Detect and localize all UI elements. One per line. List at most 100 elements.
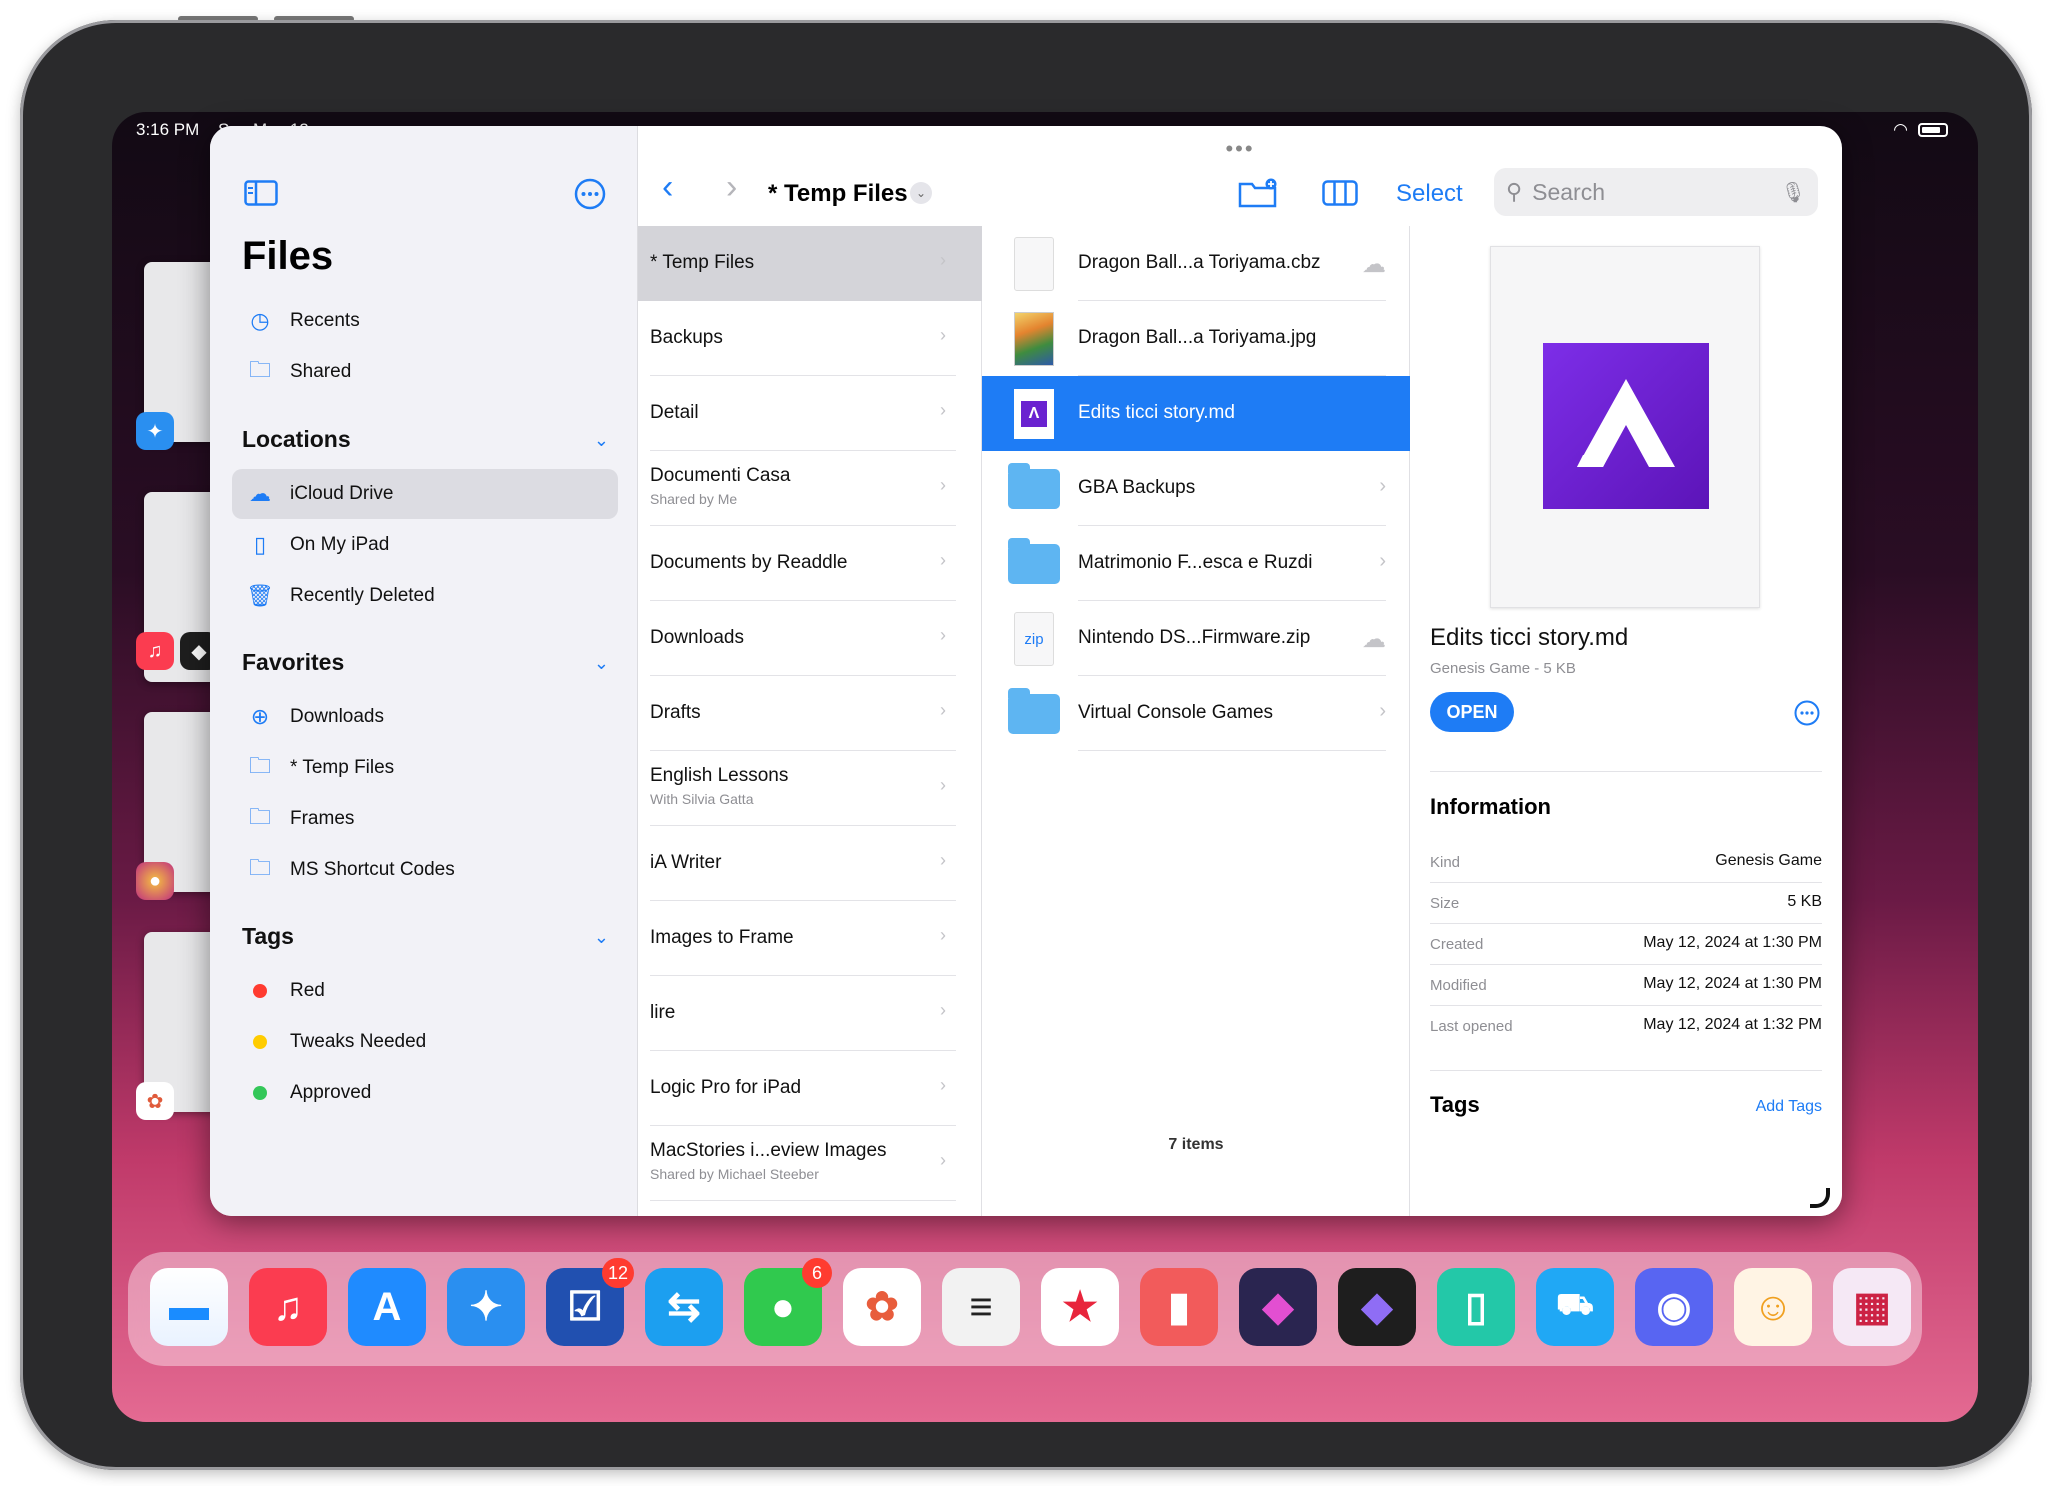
select-button[interactable]: Select [1396, 180, 1463, 208]
more-options-icon[interactable] [574, 178, 606, 210]
new-folder-icon[interactable] [1238, 178, 1278, 208]
folder-row[interactable]: lire › [638, 976, 982, 1051]
back-button[interactable]: ‹ [662, 168, 673, 207]
folder-row[interactable]: Drafts › [638, 676, 982, 751]
locations-header[interactable]: Locations [242, 426, 351, 453]
things-app-icon[interactable]: ☑ 12 [546, 1258, 634, 1346]
folder-row[interactable]: Backups › [638, 301, 982, 376]
folder-row[interactable]: MacStories i...eview Images Shared by Mic… [638, 1126, 982, 1201]
sidebar-item-label: Frames [290, 808, 355, 829]
discord-app-icon[interactable]: ◉ [1635, 1268, 1713, 1346]
favorites-header[interactable]: Favorites [242, 649, 344, 676]
music-icon: ♫ [136, 632, 174, 670]
messages-app-icon[interactable]: ● 6 [744, 1258, 832, 1346]
chat-app-icon[interactable]: ☺ [1734, 1268, 1812, 1346]
sidebar-item-recently-deleted[interactable]: 🗑 Recently Deleted [232, 571, 618, 621]
info-value: Genesis Game [1715, 852, 1822, 869]
resize-handle-icon[interactable] [1810, 1188, 1830, 1208]
sidebar-item-downloads[interactable]: ⊕ Downloads [232, 692, 618, 742]
app-store-icon[interactable]: A [348, 1268, 426, 1346]
column-view-icon[interactable] [1322, 180, 1358, 206]
folder-row[interactable]: Logic Pro for iPad › [638, 1051, 982, 1126]
notes-lines-app-icon[interactable]: ≡ [942, 1268, 1020, 1346]
window-grabber-icon[interactable]: ••• [1225, 136, 1254, 162]
file-row[interactable]: GBA Backups › [982, 451, 1410, 526]
file-row[interactable]: zip Nintendo DS...Firmware.zip ☁ [982, 601, 1410, 676]
sync-glyph: ⇆ [667, 1285, 701, 1329]
app-library-icon[interactable]: ▦ [1833, 1268, 1911, 1346]
shortcuts-app-icon[interactable]: ◆ [1239, 1268, 1317, 1346]
microphone-icon[interactable]: 🎙 [1781, 180, 1806, 205]
file-name: Edits ticci story.md [1078, 402, 1235, 423]
status-time: 3:16 PM [136, 120, 200, 139]
file-name: Dragon Ball...a Toriyama.jpg [1078, 327, 1317, 348]
obsidian-app-icon[interactable]: ◆ [1338, 1268, 1416, 1346]
image-thumbnail-icon [1008, 312, 1060, 366]
sidebar-item-label: iCloud Drive [290, 483, 394, 504]
file-row[interactable]: Virtual Console Games › [982, 676, 1410, 751]
file-row[interactable]: Matrimonio F...esca e Ruzdi › [982, 526, 1410, 601]
ipad-app-icon[interactable]: ▯ [1437, 1268, 1515, 1346]
sidebar-toggle-icon[interactable] [244, 180, 278, 206]
tags-header: Tags [1430, 1092, 1480, 1117]
sidebar-item-ms-shortcut-codes[interactable]: 🗀 MS Shortcut Codes [232, 845, 618, 895]
search-placeholder: Search [1532, 178, 1605, 205]
sidebar-item-shared[interactable]: 🗀 Shared [232, 347, 618, 397]
folder-row[interactable]: Detail › [638, 376, 982, 451]
sidebar-tag-red[interactable]: Red [232, 966, 618, 1016]
folder-row[interactable]: Images to Frame › [638, 901, 982, 976]
folder-row[interactable]: * Temp Files › [638, 226, 982, 301]
files-app-icon[interactable]: ▬ [150, 1268, 228, 1346]
folder-row[interactable]: Downloads › [638, 601, 982, 676]
chevron-right-icon: › [1379, 700, 1386, 722]
forward-button[interactable]: › [726, 168, 737, 207]
cloud-download-icon[interactable]: ☁ [1362, 625, 1386, 654]
file-name: GBA Backups [1078, 477, 1196, 498]
sidebar-item-recents[interactable]: ◷ Recents [232, 296, 618, 346]
bookmarks-app-icon[interactable]: ▮ [1140, 1268, 1218, 1346]
sync-app-icon[interactable]: ⇆ [645, 1268, 723, 1346]
goodlinks-app-icon[interactable]: ★ [1041, 1268, 1119, 1346]
search-field[interactable]: ⚲ Search 🎙 [1494, 168, 1818, 216]
sidebar-item-frames[interactable]: 🗀 Frames [232, 794, 618, 844]
title-chevron-icon[interactable]: ⌄ [910, 182, 932, 204]
file-name: Virtual Console Games [1078, 702, 1274, 723]
sidebar-tag-tweaks-needed[interactable]: Tweaks Needed [232, 1017, 618, 1067]
add-tags-button[interactable]: Add Tags [1756, 1098, 1822, 1116]
chevron-down-icon[interactable]: ⌄ [594, 653, 609, 674]
sidebar-item-temp-files[interactable]: 🗀 * Temp Files [232, 743, 618, 793]
file-column: Dragon Ball...a Toriyama.cbz ☁ Dragon Ba… [982, 226, 1410, 1216]
folder-row[interactable]: Documents by Readdle › [638, 526, 982, 601]
safari-app-icon[interactable]: ✦ [447, 1268, 525, 1346]
sidebar-item-label: MS Shortcut Codes [290, 859, 455, 880]
info-key: Created [1430, 936, 1484, 953]
sidebar-tag-approved[interactable]: Approved [232, 1068, 618, 1118]
sidebar-item-on-my-ipad[interactable]: ▯ On My iPad [232, 520, 618, 570]
open-button[interactable]: OPEN [1430, 692, 1514, 732]
more-options-icon[interactable] [1794, 700, 1820, 726]
file-row[interactable]: Dragon Ball...a Toriyama.jpg [982, 301, 1410, 376]
cloud-download-icon[interactable]: ☁ [1362, 250, 1386, 279]
ipad-icon: ▯ [253, 532, 267, 557]
tags-header[interactable]: Tags [242, 923, 294, 950]
folder-row[interactable]: Documenti Casa Shared by Me › [638, 451, 982, 526]
zip-label: zip [1014, 612, 1054, 666]
file-row[interactable]: Λ Edits ticci story.md [982, 376, 1410, 451]
chevron-down-icon[interactable]: ⌄ [594, 430, 609, 451]
car-app-icon[interactable]: ⛟ [1536, 1268, 1614, 1346]
music-app-icon[interactable]: ♫ [249, 1268, 327, 1346]
file-row[interactable]: Dragon Ball...a Toriyama.cbz ☁ [982, 226, 1410, 301]
safari-icon: ✦ [136, 412, 174, 450]
folder-icon [1008, 462, 1060, 516]
tag-dot-icon [238, 978, 282, 1004]
row-divider [650, 1200, 956, 1201]
sidebar-item-icloud-drive[interactable]: ☁ iCloud Drive [232, 469, 618, 519]
photos-app-icon[interactable]: ✿ [843, 1268, 921, 1346]
color-app-icon: ● [136, 862, 174, 900]
folder-row[interactable]: iA Writer › [638, 826, 982, 901]
folder-row[interactable]: English Lessons With Silvia Gatta › [638, 751, 982, 826]
toolbar-title[interactable]: * Temp Files [768, 180, 908, 208]
file-preview-thumbnail[interactable] [1490, 246, 1760, 608]
discord-glyph: ◉ [1656, 1285, 1692, 1329]
chevron-down-icon[interactable]: ⌄ [594, 927, 609, 948]
